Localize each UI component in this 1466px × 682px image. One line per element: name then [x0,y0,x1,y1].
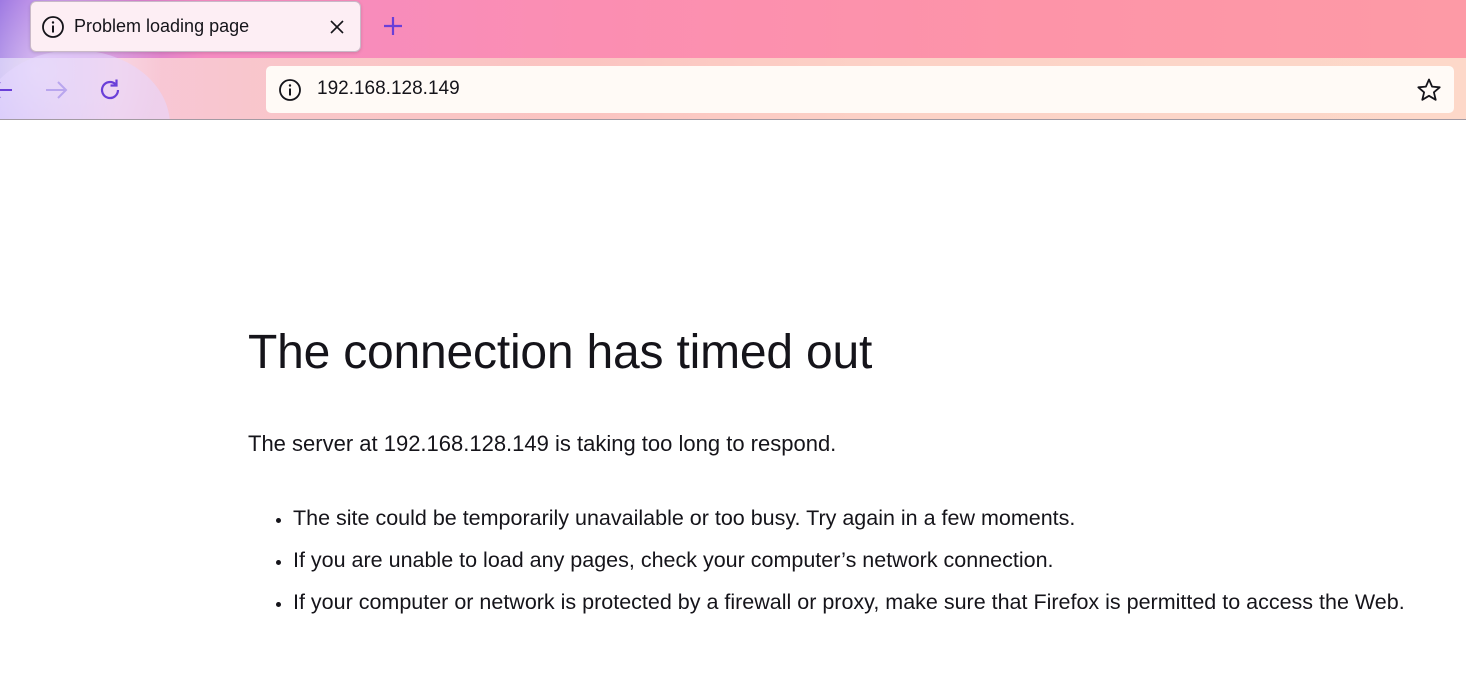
list-item: If you are unable to load any pages, che… [293,545,1418,575]
url-bar[interactable]: 192.168.128.149 [266,66,1454,113]
error-suggestions: The site could be temporarily unavailabl… [248,503,1418,629]
star-icon[interactable] [1416,77,1442,103]
list-item: The site could be temporarily unavailabl… [293,503,1418,533]
info-icon [42,16,64,38]
tab-title: Problem loading page [74,16,250,36]
plus-icon[interactable] [381,14,405,38]
url-input[interactable]: 192.168.128.149 [317,78,460,100]
error-description: The server at 192.168.128.149 is taking … [248,431,837,456]
browser-chrome: Problem loading page 192.168.128.149 [0,0,1466,120]
close-icon[interactable] [327,17,347,37]
list-item: If your computer or network is protected… [293,587,1418,617]
site-info-icon[interactable] [278,78,302,102]
reload-icon[interactable] [97,77,123,103]
arrow-left-icon[interactable] [0,77,14,103]
arrow-right-icon[interactable] [44,77,70,103]
error-title: The connection has timed out [248,326,873,379]
tab-problem-loading-page[interactable]: Problem loading page [30,1,361,52]
